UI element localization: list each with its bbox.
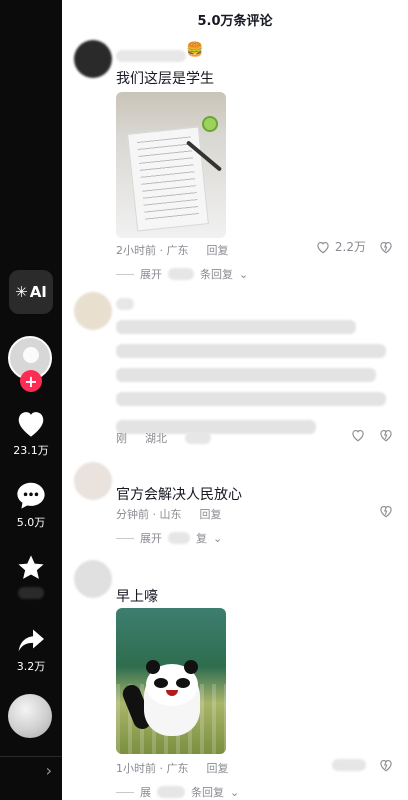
- comment-time-location: 1小时前 · 广东: [116, 762, 189, 775]
- favorite-action[interactable]: [0, 552, 62, 599]
- expand-suffix: 条回复: [200, 268, 233, 281]
- reply-button[interactable]: 回复: [207, 760, 229, 776]
- comment-meta: 刚 湖北: [116, 430, 211, 446]
- dislike-icon[interactable]: [378, 428, 394, 442]
- chevron-down-icon: ⌄: [230, 785, 240, 799]
- comment-avatar[interactable]: [74, 560, 112, 598]
- expand-prefix: 展开: [140, 532, 162, 545]
- action-rail: ✳ AI + 23.1万 5.0万 3.2万 ›: [0, 0, 62, 800]
- like-outline-icon: [317, 241, 329, 253]
- like-button[interactable]: 2.2万: [315, 238, 366, 255]
- comment-time-location: 分钟前 · 山东: [116, 508, 182, 521]
- blurred-comment-text: [116, 320, 386, 435]
- like-outline-icon[interactable]: [350, 428, 366, 442]
- dislike-icon[interactable]: [378, 240, 394, 254]
- expand-suffix: 复: [196, 532, 207, 545]
- chevron-down-icon: ⌄: [213, 531, 223, 545]
- comment-3: 官方会解决人民放心 分钟前 · 山东 回复 展开 复 ⌄: [62, 462, 408, 552]
- expand-replies[interactable]: 展 条回复 ⌄: [116, 784, 239, 800]
- comment-actions: [378, 504, 394, 518]
- reply-button[interactable]: 回复: [207, 242, 229, 258]
- rail-footer: ›: [0, 756, 62, 783]
- favorites-count: [18, 586, 44, 599]
- comment-text: 我们这层是学生: [116, 71, 214, 87]
- expand-prefix: 展: [140, 786, 151, 799]
- comment-username[interactable]: [116, 50, 186, 62]
- comment-4: 早上嚎 1小时前 · 广东 回复 展 条回复 ⌄: [62, 560, 408, 800]
- expand-replies[interactable]: 展开 条回复 ⌄: [116, 266, 248, 282]
- star-icon: [18, 555, 44, 579]
- comments-panel: 5.0万条评论 🍔 我们这层是学生 2小时前 · 广东 回复 2.2万 展开 条…: [62, 0, 408, 800]
- dislike-icon[interactable]: [378, 758, 394, 772]
- comments-count: 5.0万: [16, 516, 46, 529]
- shares-count: 3.2万: [16, 660, 46, 673]
- comment-meta: 分钟前 · 山东 回复: [116, 506, 222, 522]
- reply-button[interactable]: 回复: [200, 506, 222, 522]
- heart-icon: [18, 412, 44, 437]
- comment-avatar[interactable]: [74, 292, 112, 330]
- comment-actions: 2.2万: [315, 238, 394, 255]
- expand-replies[interactable]: 展开 复 ⌄: [116, 530, 222, 546]
- comment-actions: [332, 758, 394, 772]
- comment-username[interactable]: [116, 298, 134, 310]
- comment-time-location: 2小时前 · 广东: [116, 244, 189, 257]
- comment-time: 刚: [116, 432, 127, 445]
- follow-button[interactable]: +: [20, 370, 42, 392]
- comments-title: 5.0万条评论: [197, 14, 273, 29]
- comment-1: 🍔 我们这层是学生 2小时前 · 广东 回复 2.2万 展开 条回复 ⌄: [62, 40, 408, 282]
- comment-text: 官方会解决人民放心: [116, 487, 242, 503]
- likes-count: 23.1万: [13, 444, 49, 457]
- comment-image[interactable]: [116, 92, 226, 238]
- ai-icon: ✳: [15, 283, 28, 301]
- comment-meta: 2小时前 · 广东 回复: [116, 242, 229, 258]
- comment-2: 刚 湖北: [62, 292, 408, 450]
- share-icon: [18, 629, 44, 652]
- comment-action[interactable]: 5.0万: [0, 480, 62, 530]
- chevron-right-icon[interactable]: ›: [46, 761, 52, 780]
- ai-button[interactable]: ✳ AI: [9, 270, 53, 314]
- expand-suffix: 条回复: [191, 786, 224, 799]
- comment-location: 湖北: [145, 432, 167, 445]
- comment-icon: [17, 482, 45, 509]
- chevron-down-icon: ⌄: [239, 267, 249, 281]
- music-disc[interactable]: [8, 694, 52, 738]
- comment-text: 早上嚎: [116, 589, 158, 605]
- comment-image[interactable]: [116, 608, 226, 754]
- comment-actions: [350, 428, 394, 442]
- comment-avatar[interactable]: [74, 40, 112, 78]
- comment-avatar[interactable]: [74, 462, 112, 500]
- ai-label: AI: [29, 283, 47, 301]
- burger-emoji: 🍔: [186, 42, 204, 58]
- like-count: 2.2万: [334, 240, 366, 254]
- comment-meta: 1小时前 · 广东 回复: [116, 760, 229, 776]
- expand-prefix: 展开: [140, 268, 162, 281]
- share-action[interactable]: 3.2万: [0, 624, 62, 674]
- like-action[interactable]: 23.1万: [0, 408, 62, 458]
- dislike-icon[interactable]: [378, 504, 394, 518]
